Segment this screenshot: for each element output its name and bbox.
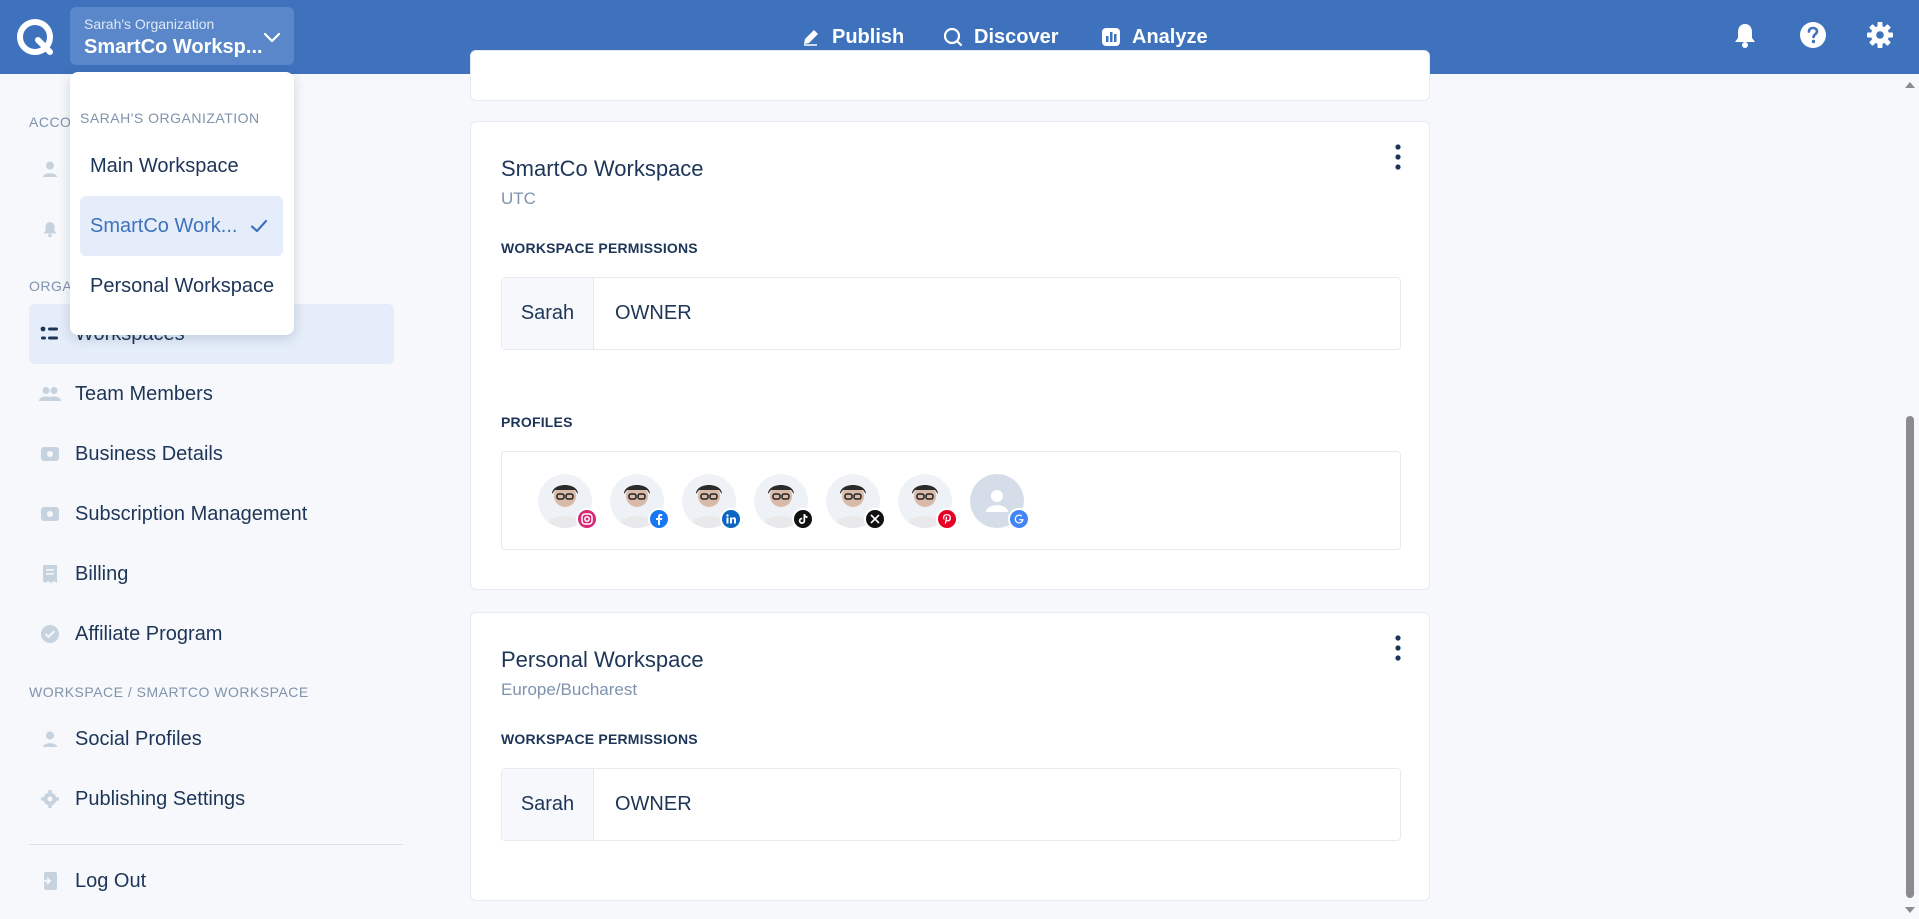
nav-publish-label: Publish [832,25,905,48]
sidebar-item-label: Business Details [75,442,223,465]
sidebar-item-social-profiles[interactable]: Social Profiles [29,709,394,769]
affiliate-icon [39,623,61,645]
permission-user: Sarah [502,769,594,840]
app-logo-icon[interactable] [16,18,54,56]
sidebar-section-workspace: WORKSPACE / SMARTCO WORKSPACE [29,684,309,700]
bell-icon[interactable] [1730,20,1760,50]
pinterest-icon [936,508,958,530]
tiktok-icon [792,508,814,530]
chevron-down-icon [263,32,281,43]
sidebar-item-label: Log Out [75,869,147,892]
permission-role: OWNER [615,793,692,815]
profile-avatar-facebook[interactable] [610,474,670,530]
sidebar-item-label: Team Members [75,382,213,405]
workspace-timezone: Europe/Bucharest [501,680,638,699]
gear-icon[interactable] [1865,20,1895,50]
logout-icon [39,870,61,892]
facebook-icon [648,508,670,530]
sidebar-item-affiliate-program[interactable]: Affiliate Program [29,604,394,664]
sidebar-divider [29,844,403,845]
scroll-up-icon[interactable] [1904,80,1916,90]
profile-avatar-tiktok[interactable] [754,474,814,530]
business-icon [39,443,61,465]
dropdown-item-label: Personal Workspace [90,274,275,297]
profile-avatar-instagram[interactable] [538,474,598,530]
permission-role: OWNER [615,302,692,324]
google-icon [1008,508,1030,530]
scroll-down-icon[interactable] [1904,905,1916,915]
nav-discover-label: Discover [974,25,1059,48]
workspace-permissions-label: WORKSPACE PERMISSIONS [501,240,698,256]
sidebar-item-billing[interactable]: Billing [29,544,394,604]
bell-icon [39,218,61,240]
sidebar-item-business-details[interactable]: Business Details [29,424,394,484]
sidebar-item-subscription-management[interactable]: Subscription Management [29,484,394,544]
sidebar-section-account: ACCO [29,114,72,130]
workspace-switcher[interactable]: Sarah's Organization SmartCo Worksp... [70,7,294,65]
workspace-card-smartco: SmartCo Workspace UTC WORKSPACE PERMISSI… [470,121,1430,590]
workspace-card-previous [470,50,1430,101]
subscription-icon [39,503,61,525]
check-icon [250,219,268,233]
more-options-icon[interactable] [1393,634,1403,662]
permission-row: Sarah OWNER [501,768,1401,841]
sidebar-item-publishing-settings[interactable]: Publishing Settings [29,769,394,829]
profile-avatar-pinterest[interactable] [898,474,958,530]
sidebar-item-label: Social Profiles [75,727,202,750]
instagram-icon [576,508,598,530]
workspace-permissions-label: WORKSPACE PERMISSIONS [501,731,698,747]
dropdown-header: SARAH'S ORGANIZATION [80,110,260,126]
help-icon[interactable] [1798,20,1828,50]
sidebar-item-label: Billing [75,562,129,585]
dropdown-item-personal-workspace[interactable]: Personal Workspace [80,256,283,316]
team-icon [39,383,61,405]
workspace-timezone: UTC [501,189,536,208]
sidebar-item-label: Publishing Settings [75,787,246,810]
permission-row: Sarah OWNER [501,277,1401,350]
billing-icon [39,563,61,585]
dropdown-item-label: Main Workspace [90,154,239,177]
x-icon [864,508,886,530]
profiles-label: PROFILES [501,414,573,430]
current-workspace-label: SmartCo Worksp... [84,36,263,58]
profile-avatar-linkedin[interactable] [682,474,742,530]
dropdown-item-label: SmartCo Work... [90,214,238,237]
sidebar-item-label: Affiliate Program [75,622,223,645]
dropdown-item-smartco-workspace[interactable]: SmartCo Work... [80,196,283,256]
dropdown-item-main-workspace[interactable]: Main Workspace [80,136,283,196]
workspace-dropdown: SARAH'S ORGANIZATION Main Workspace Smar… [70,72,294,335]
workspace-title: Personal Workspace [501,647,704,672]
gear-icon [39,788,61,810]
profile-avatar-google[interactable] [970,474,1030,530]
nav-analyze-label: Analyze [1132,25,1208,48]
workspace-title: SmartCo Workspace [501,156,704,181]
profile-avatar-x[interactable] [826,474,886,530]
organization-label: Sarah's Organization [84,16,215,32]
profiles-list [501,451,1401,550]
workspace-card-personal: Personal Workspace Europe/Bucharest WORK… [470,612,1430,901]
scrollbar-thumb[interactable] [1906,416,1914,898]
sidebar-item-label: Subscription Management [75,502,308,525]
user-icon [39,728,61,750]
linkedin-icon [720,508,742,530]
workspaces-icon [39,323,61,345]
more-options-icon[interactable] [1393,143,1403,171]
search-icon [943,27,963,47]
logout-button[interactable]: Log Out [29,851,394,911]
pen-icon [804,30,818,46]
sidebar-section-organization: ORGA [29,278,73,294]
permission-user: Sarah [502,278,594,349]
user-icon [39,158,61,180]
sidebar-item-team-members[interactable]: Team Members [29,364,394,424]
chart-icon [1102,28,1120,46]
